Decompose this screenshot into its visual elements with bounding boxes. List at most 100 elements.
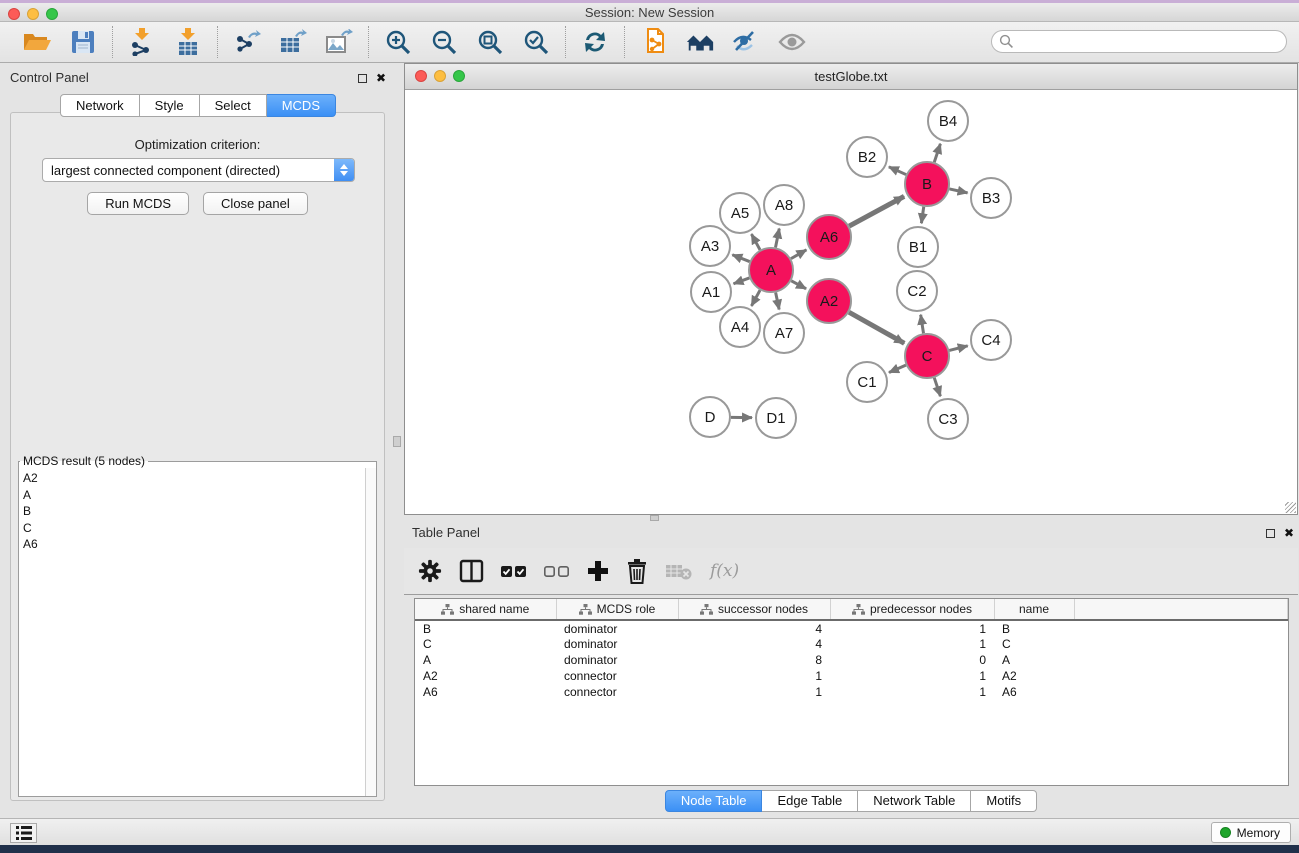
tab-edge-table[interactable]: Edge Table bbox=[762, 790, 858, 812]
network-canvas-svg[interactable]: B4 B2 B B3 A8A5 A6 A3 B1 A C2 A1 A2 A4A7 C4 C C1 D D1 C3 bbox=[405, 90, 1297, 514]
close-panel-icon[interactable]: ✖ bbox=[376, 72, 386, 84]
result-item-A2[interactable]: A2 bbox=[23, 470, 365, 487]
result-scrollbar[interactable] bbox=[365, 468, 376, 796]
result-item-B[interactable]: B bbox=[23, 503, 365, 520]
column-header-name[interactable]: name bbox=[994, 599, 1074, 620]
graph-node-A2[interactable]: A2 bbox=[807, 279, 851, 323]
export-network-icon[interactable] bbox=[232, 28, 262, 56]
graph-node-B2[interactable]: B2 bbox=[847, 137, 887, 177]
tab-style[interactable]: Style bbox=[140, 94, 200, 117]
deselect-all-rows-icon[interactable] bbox=[544, 565, 570, 578]
tab-mcds[interactable]: MCDS bbox=[267, 94, 336, 117]
show-columns-icon[interactable] bbox=[459, 559, 484, 583]
divider-grip[interactable] bbox=[393, 436, 401, 447]
graph-node-A[interactable]: A bbox=[749, 248, 793, 292]
search-field[interactable] bbox=[991, 30, 1287, 53]
table-row-B[interactable]: Bdominator41B bbox=[415, 620, 1288, 636]
open-file-icon[interactable] bbox=[22, 28, 52, 56]
window-resize-handle[interactable] bbox=[1285, 502, 1296, 513]
tab-network-table[interactable]: Network Table bbox=[858, 790, 971, 812]
import-network-icon[interactable] bbox=[127, 28, 157, 56]
graph-edge-A-A1[interactable] bbox=[734, 278, 750, 284]
tab-network[interactable]: Network bbox=[60, 94, 140, 117]
refresh-view-icon[interactable] bbox=[580, 28, 610, 56]
mcds-result-list[interactable]: A2ABCA6 bbox=[19, 468, 365, 796]
graph-edge-B-B2[interactable] bbox=[889, 167, 906, 175]
graph-node-B[interactable]: B bbox=[905, 162, 949, 206]
column-header-predecessor-nodes[interactable]: predecessor nodes bbox=[830, 599, 994, 620]
graph-node-D[interactable]: D bbox=[690, 397, 730, 437]
graph-node-C4[interactable]: C4 bbox=[971, 320, 1011, 360]
network-window-titlebar[interactable]: testGlobe.txt bbox=[405, 64, 1297, 90]
app-titlebar[interactable]: Session: New Session bbox=[0, 3, 1299, 22]
select-all-rows-icon[interactable] bbox=[501, 565, 527, 578]
graph-node-C1[interactable]: C1 bbox=[847, 362, 887, 402]
graph-node-A6[interactable]: A6 bbox=[807, 215, 851, 259]
graph-edge-A-A4[interactable] bbox=[751, 290, 760, 306]
hide-selection-icon[interactable] bbox=[731, 28, 761, 56]
graph-edge-C-C3[interactable] bbox=[934, 378, 940, 396]
graph-edge-A6-B[interactable] bbox=[849, 196, 904, 226]
table-row-A[interactable]: Adominator80A bbox=[415, 652, 1288, 668]
graph-edge-A-A3[interactable] bbox=[732, 255, 749, 262]
graph-edge-A-A8[interactable] bbox=[776, 229, 780, 248]
float-table-panel-icon[interactable] bbox=[1266, 529, 1275, 538]
criterion-dropdown[interactable]: largest connected component (directed) bbox=[42, 158, 355, 182]
graph-node-B3[interactable]: B3 bbox=[971, 178, 1011, 218]
graph-edge-A-A7[interactable] bbox=[776, 293, 780, 310]
tab-motifs[interactable]: Motifs bbox=[971, 790, 1037, 812]
node-table-container[interactable]: shared nameMCDS rolesuccessor nodesprede… bbox=[414, 598, 1289, 786]
zoom-selected-icon[interactable] bbox=[521, 28, 551, 56]
close-panel-button[interactable]: Close panel bbox=[203, 192, 308, 215]
graph-node-C3[interactable]: C3 bbox=[928, 399, 968, 439]
show-all-icon[interactable] bbox=[777, 28, 807, 56]
zoom-out-icon[interactable] bbox=[429, 28, 459, 56]
export-image-icon[interactable] bbox=[324, 28, 354, 56]
save-session-icon[interactable] bbox=[68, 28, 98, 56]
result-item-C[interactable]: C bbox=[23, 520, 365, 537]
graph-edge-A-A6[interactable] bbox=[791, 250, 806, 259]
result-item-A[interactable]: A bbox=[23, 487, 365, 504]
tab-select[interactable]: Select bbox=[200, 94, 267, 117]
table-row-A6[interactable]: A6connector11A6 bbox=[415, 684, 1288, 700]
zoom-in-icon[interactable] bbox=[383, 28, 413, 56]
first-neighbors-icon[interactable] bbox=[685, 28, 715, 56]
float-panel-icon[interactable] bbox=[358, 74, 367, 83]
new-network-from-selection-icon[interactable] bbox=[639, 28, 669, 56]
graph-node-D1[interactable]: D1 bbox=[756, 398, 796, 438]
graph-node-C2[interactable]: C2 bbox=[897, 271, 937, 311]
graph-node-B4[interactable]: B4 bbox=[928, 101, 968, 141]
zoom-fit-icon[interactable] bbox=[475, 28, 505, 56]
graph-edge-B-B1[interactable] bbox=[921, 207, 923, 223]
graph-node-C[interactable]: C bbox=[905, 334, 949, 378]
graph-edge-C-C4[interactable] bbox=[949, 346, 967, 351]
column-header-MCDS-role[interactable]: MCDS role bbox=[556, 599, 678, 620]
table-row-C[interactable]: Cdominator41C bbox=[415, 636, 1288, 652]
tab-node-table[interactable]: Node Table bbox=[665, 790, 763, 812]
graph-node-A7[interactable]: A7 bbox=[764, 313, 804, 353]
graph-edge-C-C1[interactable] bbox=[889, 365, 906, 372]
panel-split-divider[interactable] bbox=[390, 63, 404, 812]
graph-node-A5[interactable]: A5 bbox=[720, 193, 760, 233]
task-history-button[interactable] bbox=[10, 823, 37, 843]
memory-button[interactable]: Memory bbox=[1211, 822, 1291, 843]
graph-edge-A2-C[interactable] bbox=[849, 312, 904, 343]
create-column-icon[interactable] bbox=[587, 560, 609, 582]
result-item-A6[interactable]: A6 bbox=[23, 536, 365, 553]
table-header-row[interactable]: shared nameMCDS rolesuccessor nodesprede… bbox=[415, 599, 1288, 620]
search-input[interactable] bbox=[1014, 33, 1286, 51]
export-table-icon[interactable] bbox=[278, 28, 308, 56]
graph-node-A1[interactable]: A1 bbox=[691, 272, 731, 312]
table-row-A2[interactable]: A2connector11A2 bbox=[415, 668, 1288, 684]
horizontal-divider-grip[interactable] bbox=[650, 515, 659, 521]
graph-node-B1[interactable]: B1 bbox=[898, 227, 938, 267]
graph-node-A3[interactable]: A3 bbox=[690, 226, 730, 266]
graph-edge-C-C2[interactable] bbox=[921, 315, 924, 334]
column-header-shared-name[interactable]: shared name bbox=[415, 599, 556, 620]
column-header-successor-nodes[interactable]: successor nodes bbox=[678, 599, 830, 620]
graph-node-A8[interactable]: A8 bbox=[764, 185, 804, 225]
graph-edge-B-B4[interactable] bbox=[934, 144, 940, 162]
delete-columns-icon[interactable] bbox=[626, 559, 648, 584]
graph-node-A4[interactable]: A4 bbox=[720, 307, 760, 347]
run-mcds-button[interactable]: Run MCDS bbox=[87, 192, 189, 215]
